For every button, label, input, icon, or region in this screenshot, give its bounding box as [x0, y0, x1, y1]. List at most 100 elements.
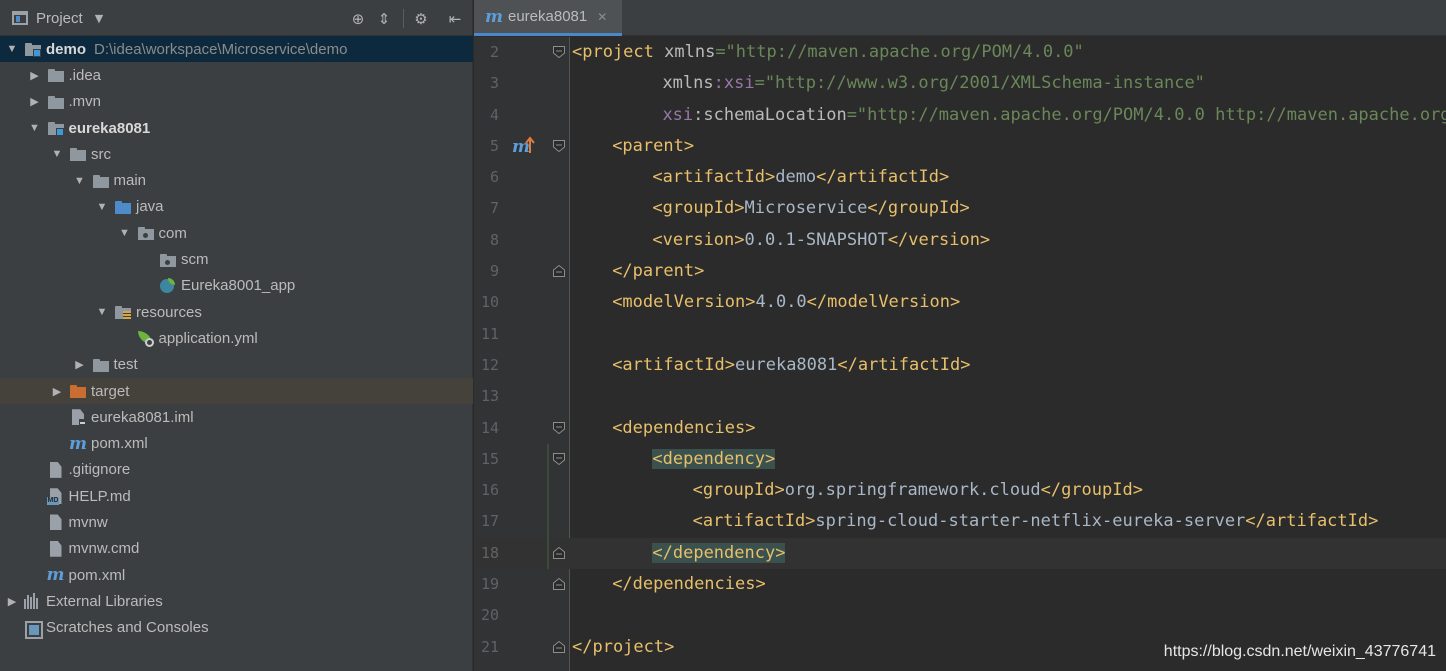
- module-path: D:\idea\workspace\Microservice\demo: [94, 40, 348, 58]
- gear-icon[interactable]: ⚙: [411, 9, 431, 29]
- locate-icon[interactable]: ⊕: [348, 9, 368, 29]
- tree-item-demo[interactable]: ▼ demo D:\idea\workspace\Microservice\demo: [0, 36, 473, 63]
- code-token: :xsi: [713, 73, 755, 94]
- code-editor[interactable]: 2 <project xmlns="http://maven.apache.org…: [474, 37, 1446, 671]
- watermark-text: https://blog.csdn.net/weixin_43776741: [1163, 643, 1436, 660]
- tree-item-label: application.yml: [158, 329, 258, 347]
- change-marker[interactable]: [547, 475, 549, 507]
- chevron-down-icon[interactable]: ▼: [118, 226, 132, 240]
- tree-item-external-libraries[interactable]: ▶ External Libraries: [0, 588, 473, 614]
- code-token: ="http://www.w3.org/2001/XMLSchema-insta…: [754, 73, 1205, 94]
- code-token: </artifactId>: [1245, 511, 1379, 532]
- chevron-down-icon[interactable]: ▼: [95, 305, 109, 319]
- code-token: </project>: [572, 636, 675, 657]
- project-tool-window: Project ▼ ⊕ ⇕ ⚙ ⇤ ▼ demo D:\idea\workspace…: [0, 0, 473, 671]
- code-token: ="http://maven.apache.org/POM/4.0.0": [715, 42, 1084, 62]
- chevron-down-icon[interactable]: ▼: [28, 121, 42, 135]
- chevron-right-icon[interactable]: ▶: [50, 384, 64, 398]
- line-number: 10: [480, 293, 499, 312]
- tree-item-scratches-and-consoles[interactable]: Scratches and Consoles: [0, 615, 473, 641]
- folder-icon: [69, 146, 87, 162]
- chevron-down-icon[interactable]: ▼: [50, 147, 64, 161]
- collapse-all-icon[interactable]: ⇕: [374, 9, 394, 29]
- change-marker[interactable]: [547, 443, 549, 476]
- chevron-right-icon[interactable]: ▶: [73, 358, 87, 372]
- chevron-down-icon[interactable]: ▼: [5, 42, 19, 56]
- code-token: </groupId>: [867, 198, 970, 219]
- spring-boot-class-icon: [159, 277, 177, 294]
- line-number: 5: [489, 136, 499, 155]
- code-line: 7 <groupId>Microservice</groupId>: [474, 193, 1446, 224]
- chevron-right-icon[interactable]: ▶: [5, 594, 19, 608]
- code-token: 0.0.1-SNAPSHOT: [744, 229, 888, 250]
- tree-item-mvnw[interactable]: mvnw: [0, 509, 473, 535]
- chevron-down-icon[interactable]: ▼: [95, 200, 109, 214]
- tree-item-help-md[interactable]: MD HELP.md: [0, 483, 473, 509]
- change-marker[interactable]: [547, 506, 549, 538]
- package-icon: [137, 225, 155, 241]
- fold-end-icon[interactable]: [552, 264, 566, 278]
- chevron-right-icon[interactable]: ▶: [28, 68, 42, 82]
- editor-tab-bar: m eureka8081 ✕: [474, 0, 1446, 36]
- fold-collapse-icon[interactable]: [552, 139, 566, 153]
- code-token: </artifactId>: [837, 354, 971, 375]
- maven-parent-icon[interactable]: m: [511, 135, 535, 157]
- tree-item-pom-xml[interactable]: m pom.xml: [0, 562, 473, 588]
- hide-panel-icon[interactable]: ⇤: [445, 9, 465, 29]
- line-number: 17: [480, 512, 499, 531]
- code-text: <modelVersion>4.0.0</modelVersion>: [612, 287, 960, 318]
- tree-item-mvnw-cmd[interactable]: mvnw.cmd: [0, 536, 473, 562]
- tree-item-application-yml[interactable]: application.yml: [0, 325, 473, 351]
- tree-item-resources[interactable]: ▼ resources: [0, 299, 473, 325]
- line-number: 19: [480, 575, 499, 594]
- line-number: 4: [489, 105, 499, 124]
- chevron-right-icon[interactable]: ▶: [28, 95, 42, 109]
- code-token: demo: [775, 167, 817, 188]
- fold-end-icon[interactable]: [552, 546, 566, 560]
- tree-item-test[interactable]: ▶ test: [0, 352, 473, 378]
- tree-item-target[interactable]: ▶ target: [0, 377, 473, 405]
- tree-item-main[interactable]: ▼ main: [0, 167, 473, 193]
- tree-item-com[interactable]: ▼ com: [0, 220, 473, 246]
- tree-item-eureka8001-app[interactable]: Eureka8001_app: [0, 273, 473, 299]
- code-line: 4 xsi:schemaLocation="http://maven.apache…: [474, 100, 1446, 131]
- tree-item-eureka8081[interactable]: ▼ eureka8081: [0, 115, 473, 141]
- close-icon[interactable]: ✕: [597, 10, 607, 24]
- fold-end-icon[interactable]: [552, 640, 566, 654]
- view-dropdown-icon: ▼: [94, 11, 104, 25]
- module-folder-icon: [24, 41, 42, 58]
- line-number: 12: [480, 355, 499, 374]
- tab-eureka8081[interactable]: m eureka8081 ✕: [474, 0, 622, 36]
- code-token: xsi: [662, 104, 694, 125]
- chevron-down-icon[interactable]: ▼: [73, 174, 87, 188]
- code-token: </dependencies>: [612, 574, 766, 595]
- tree-item-pom-xml[interactable]: m pom.xml: [0, 430, 473, 456]
- fold-collapse-icon[interactable]: [552, 452, 566, 466]
- tree-item-java[interactable]: ▼ java: [0, 194, 473, 220]
- code-text: <groupId>Microservice</groupId>: [652, 193, 969, 224]
- code-token: </parent>: [612, 261, 705, 282]
- line-number: 21: [480, 637, 499, 656]
- file-icon: [47, 462, 65, 478]
- tree-item-scm[interactable]: scm: [0, 246, 473, 272]
- tree-item-label: scm: [181, 251, 209, 269]
- fold-collapse-icon[interactable]: [552, 421, 566, 435]
- tree-item-idea[interactable]: ▶ .idea: [0, 62, 473, 88]
- change-marker[interactable]: [547, 537, 549, 570]
- fold-end-icon[interactable]: [552, 577, 566, 591]
- line-number: 20: [480, 606, 499, 625]
- tree-item-mvn[interactable]: ▶ .mvn: [0, 89, 473, 115]
- tree-item-gitignore[interactable]: .gitignore: [0, 457, 473, 483]
- project-view-selector[interactable]: Project ▼: [12, 0, 103, 36]
- tree-item-eureka8081-iml[interactable]: eureka8081.iml: [0, 404, 473, 430]
- tree-item-label: pom.xml: [68, 566, 126, 584]
- code-text: </project>: [572, 632, 674, 663]
- tree-item-src[interactable]: ▼ src: [0, 141, 473, 167]
- fold-collapse-icon[interactable]: [552, 45, 566, 59]
- code-line: 16 <groupId>org.springframework.cloud</gr…: [474, 475, 1446, 507]
